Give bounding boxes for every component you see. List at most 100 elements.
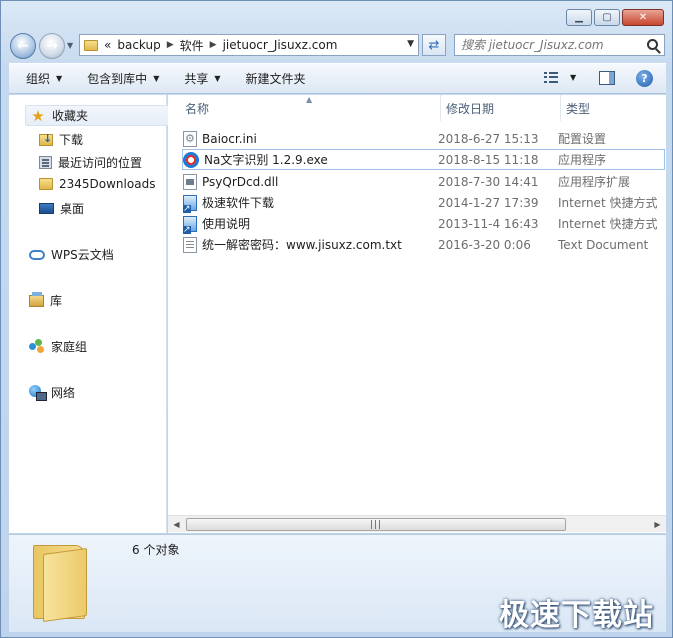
include-in-library-button[interactable]: 包含到库中 ▼ <box>87 70 159 87</box>
column-divider[interactable] <box>440 95 441 121</box>
breadcrumb-backup[interactable]: backup <box>117 38 160 52</box>
scroll-right-icon[interactable]: ▶ <box>649 516 666 532</box>
nav-homegroup-label: 家庭组 <box>51 340 88 354</box>
maximize-button[interactable]: ▢ <box>594 9 620 26</box>
file-type: 应用程序扩展 <box>558 175 631 189</box>
table-row[interactable]: PsyQrDcd.dll 2018-7-30 14:41 应用程序扩展 <box>183 171 666 192</box>
text-file-icon <box>183 236 197 253</box>
refresh-button[interactable]: ⇄ <box>422 34 446 56</box>
address-bar[interactable]: « backup ▶ 软件 ▶ jietuocr_Jisuxz.com ▼ <box>79 34 419 56</box>
navigation-pane: ★ 收藏夹 下载 最近访问的位置 2345Downloads 桌面 WPS云文档… <box>9 95 173 533</box>
nav-downloads[interactable]: 下载 <box>39 131 83 148</box>
nav-recent-places[interactable]: 最近访问的位置 <box>39 154 142 171</box>
watermark-logo: 极速下载站 <box>499 598 654 633</box>
column-divider[interactable] <box>560 95 561 121</box>
recent-pages-dropdown[interactable]: ▼ <box>67 41 76 50</box>
library-icon <box>29 291 44 307</box>
file-name: 极速软件下载 <box>202 196 275 210</box>
cloud-icon <box>29 249 45 260</box>
desktop-icon <box>39 203 54 214</box>
file-name: 使用说明 <box>202 217 251 231</box>
scroll-left-icon[interactable]: ◀ <box>168 516 185 532</box>
address-dropdown-icon[interactable]: ▼ <box>407 39 414 49</box>
breadcrumb-overflow[interactable]: « <box>104 38 111 52</box>
forward-button[interactable]: → <box>39 33 65 59</box>
include-in-library-label: 包含到库中 <box>87 72 148 86</box>
file-type: Text Document <box>558 237 649 252</box>
search-input[interactable] <box>461 38 641 52</box>
breadcrumb-current[interactable]: jietuocr_Jisuxz.com <box>223 38 338 52</box>
folder-icon <box>84 39 98 51</box>
breadcrumb-software[interactable]: 软件 <box>180 37 204 54</box>
column-header-date[interactable]: 修改日期 <box>446 95 556 121</box>
new-folder-label: 新建文件夹 <box>245 72 306 86</box>
nav-network[interactable]: 网络 <box>29 384 75 401</box>
file-type: 应用程序 <box>558 153 607 167</box>
breadcrumb-separator-icon[interactable]: ▶ <box>210 40 217 50</box>
file-type: 配置设置 <box>558 132 607 146</box>
nav-favorites[interactable]: ★ 收藏夹 <box>25 105 173 126</box>
details-pane: 6 个对象 极速下载站 <box>9 534 666 633</box>
file-type: Internet 快捷方式 <box>558 217 658 231</box>
file-date: 2018-7-30 14:41 <box>438 174 539 189</box>
file-date: 2018-6-27 15:13 <box>438 131 539 146</box>
close-button[interactable]: ✕ <box>622 9 664 26</box>
file-list: 名称 ▲ 修改日期 类型 Baiocr.ini 2018-6-27 15:13 … <box>168 95 666 533</box>
folder-icon <box>39 178 53 190</box>
recent-places-icon <box>39 156 52 169</box>
ini-file-icon <box>183 130 197 147</box>
nav-favorites-label: 收藏夹 <box>52 109 89 123</box>
file-name: Na文字识别 1.2.9.exe <box>204 153 328 167</box>
column-header-type[interactable]: 类型 <box>566 95 666 121</box>
nav-wps-cloud[interactable]: WPS云文档 <box>29 246 114 263</box>
column-header-name[interactable]: 名称 <box>185 95 440 121</box>
downloads-folder-icon <box>39 132 53 146</box>
nav-wps-label: WPS云文档 <box>51 248 114 262</box>
file-name: 统一解密密码：www.jisuxz.com.txt <box>202 238 402 252</box>
command-bar: 组织 ▼ 包含到库中 ▼ 共享 ▼ 新建文件夹 ▼ ? <box>9 63 666 94</box>
table-row[interactable]: 使用说明 2013-11-4 16:43 Internet 快捷方式 <box>183 213 666 234</box>
chevron-down-icon: ▼ <box>56 74 63 83</box>
nav-network-label: 网络 <box>51 386 76 400</box>
nav-libraries[interactable]: 库 <box>29 291 63 309</box>
file-date: 2014-1-27 17:39 <box>438 195 539 210</box>
table-row[interactable]: 极速软件下载 2014-1-27 17:39 Internet 快捷方式 <box>183 192 666 213</box>
preview-pane-icon[interactable] <box>599 71 615 85</box>
item-count: 6 个对象 <box>132 543 180 557</box>
view-options-dropdown-icon[interactable]: ▼ <box>570 73 576 82</box>
table-row[interactable]: Baiocr.ini 2018-6-27 15:13 配置设置 <box>183 128 666 149</box>
dll-file-icon <box>183 173 197 190</box>
scrollbar-thumb[interactable]: ||| <box>186 518 566 531</box>
file-date: 2018-8-15 11:18 <box>438 152 539 167</box>
chevron-down-icon: ▼ <box>153 74 160 83</box>
help-icon[interactable]: ? <box>636 70 653 87</box>
column-name-label: 名称 <box>185 101 210 116</box>
new-folder-button[interactable]: 新建文件夹 <box>246 70 306 87</box>
minimize-button[interactable]: ▁ <box>566 9 592 26</box>
organize-label: 组织 <box>26 72 51 86</box>
large-folder-icon <box>33 541 89 623</box>
share-button[interactable]: 共享 ▼ <box>184 70 220 87</box>
file-name: Baiocr.ini <box>202 131 257 146</box>
share-label: 共享 <box>184 72 209 86</box>
breadcrumb-separator-icon[interactable]: ▶ <box>167 40 174 50</box>
nav-desktop[interactable]: 桌面 <box>39 200 84 217</box>
nav-recent-label: 最近访问的位置 <box>58 156 143 170</box>
nav-libraries-label: 库 <box>50 294 63 308</box>
exe-app-icon <box>183 151 199 168</box>
back-button[interactable]: ← <box>10 33 36 59</box>
caption-buttons: ▁ ▢ ✕ <box>566 9 664 26</box>
column-type-label: 类型 <box>566 101 591 116</box>
organize-button[interactable]: 组织 ▼ <box>26 70 62 87</box>
table-row[interactable]: 统一解密密码：www.jisuxz.com.txt 2016-3-20 0:06… <box>183 234 666 255</box>
column-date-label: 修改日期 <box>446 101 495 116</box>
nav-2345downloads[interactable]: 2345Downloads <box>39 177 155 191</box>
nav-desktop-label: 桌面 <box>60 202 85 216</box>
change-view-icon[interactable] <box>544 72 558 84</box>
search-icon[interactable] <box>647 39 658 50</box>
nav-homegroup[interactable]: 家庭组 <box>29 338 87 355</box>
search-box[interactable] <box>454 34 665 56</box>
internet-shortcut-icon <box>183 215 197 234</box>
table-row-selected[interactable]: Na文字识别 1.2.9.exe 2018-8-15 11:18 应用程序 <box>182 149 665 170</box>
horizontal-scrollbar[interactable]: ◀ ||| ▶ <box>168 515 666 532</box>
